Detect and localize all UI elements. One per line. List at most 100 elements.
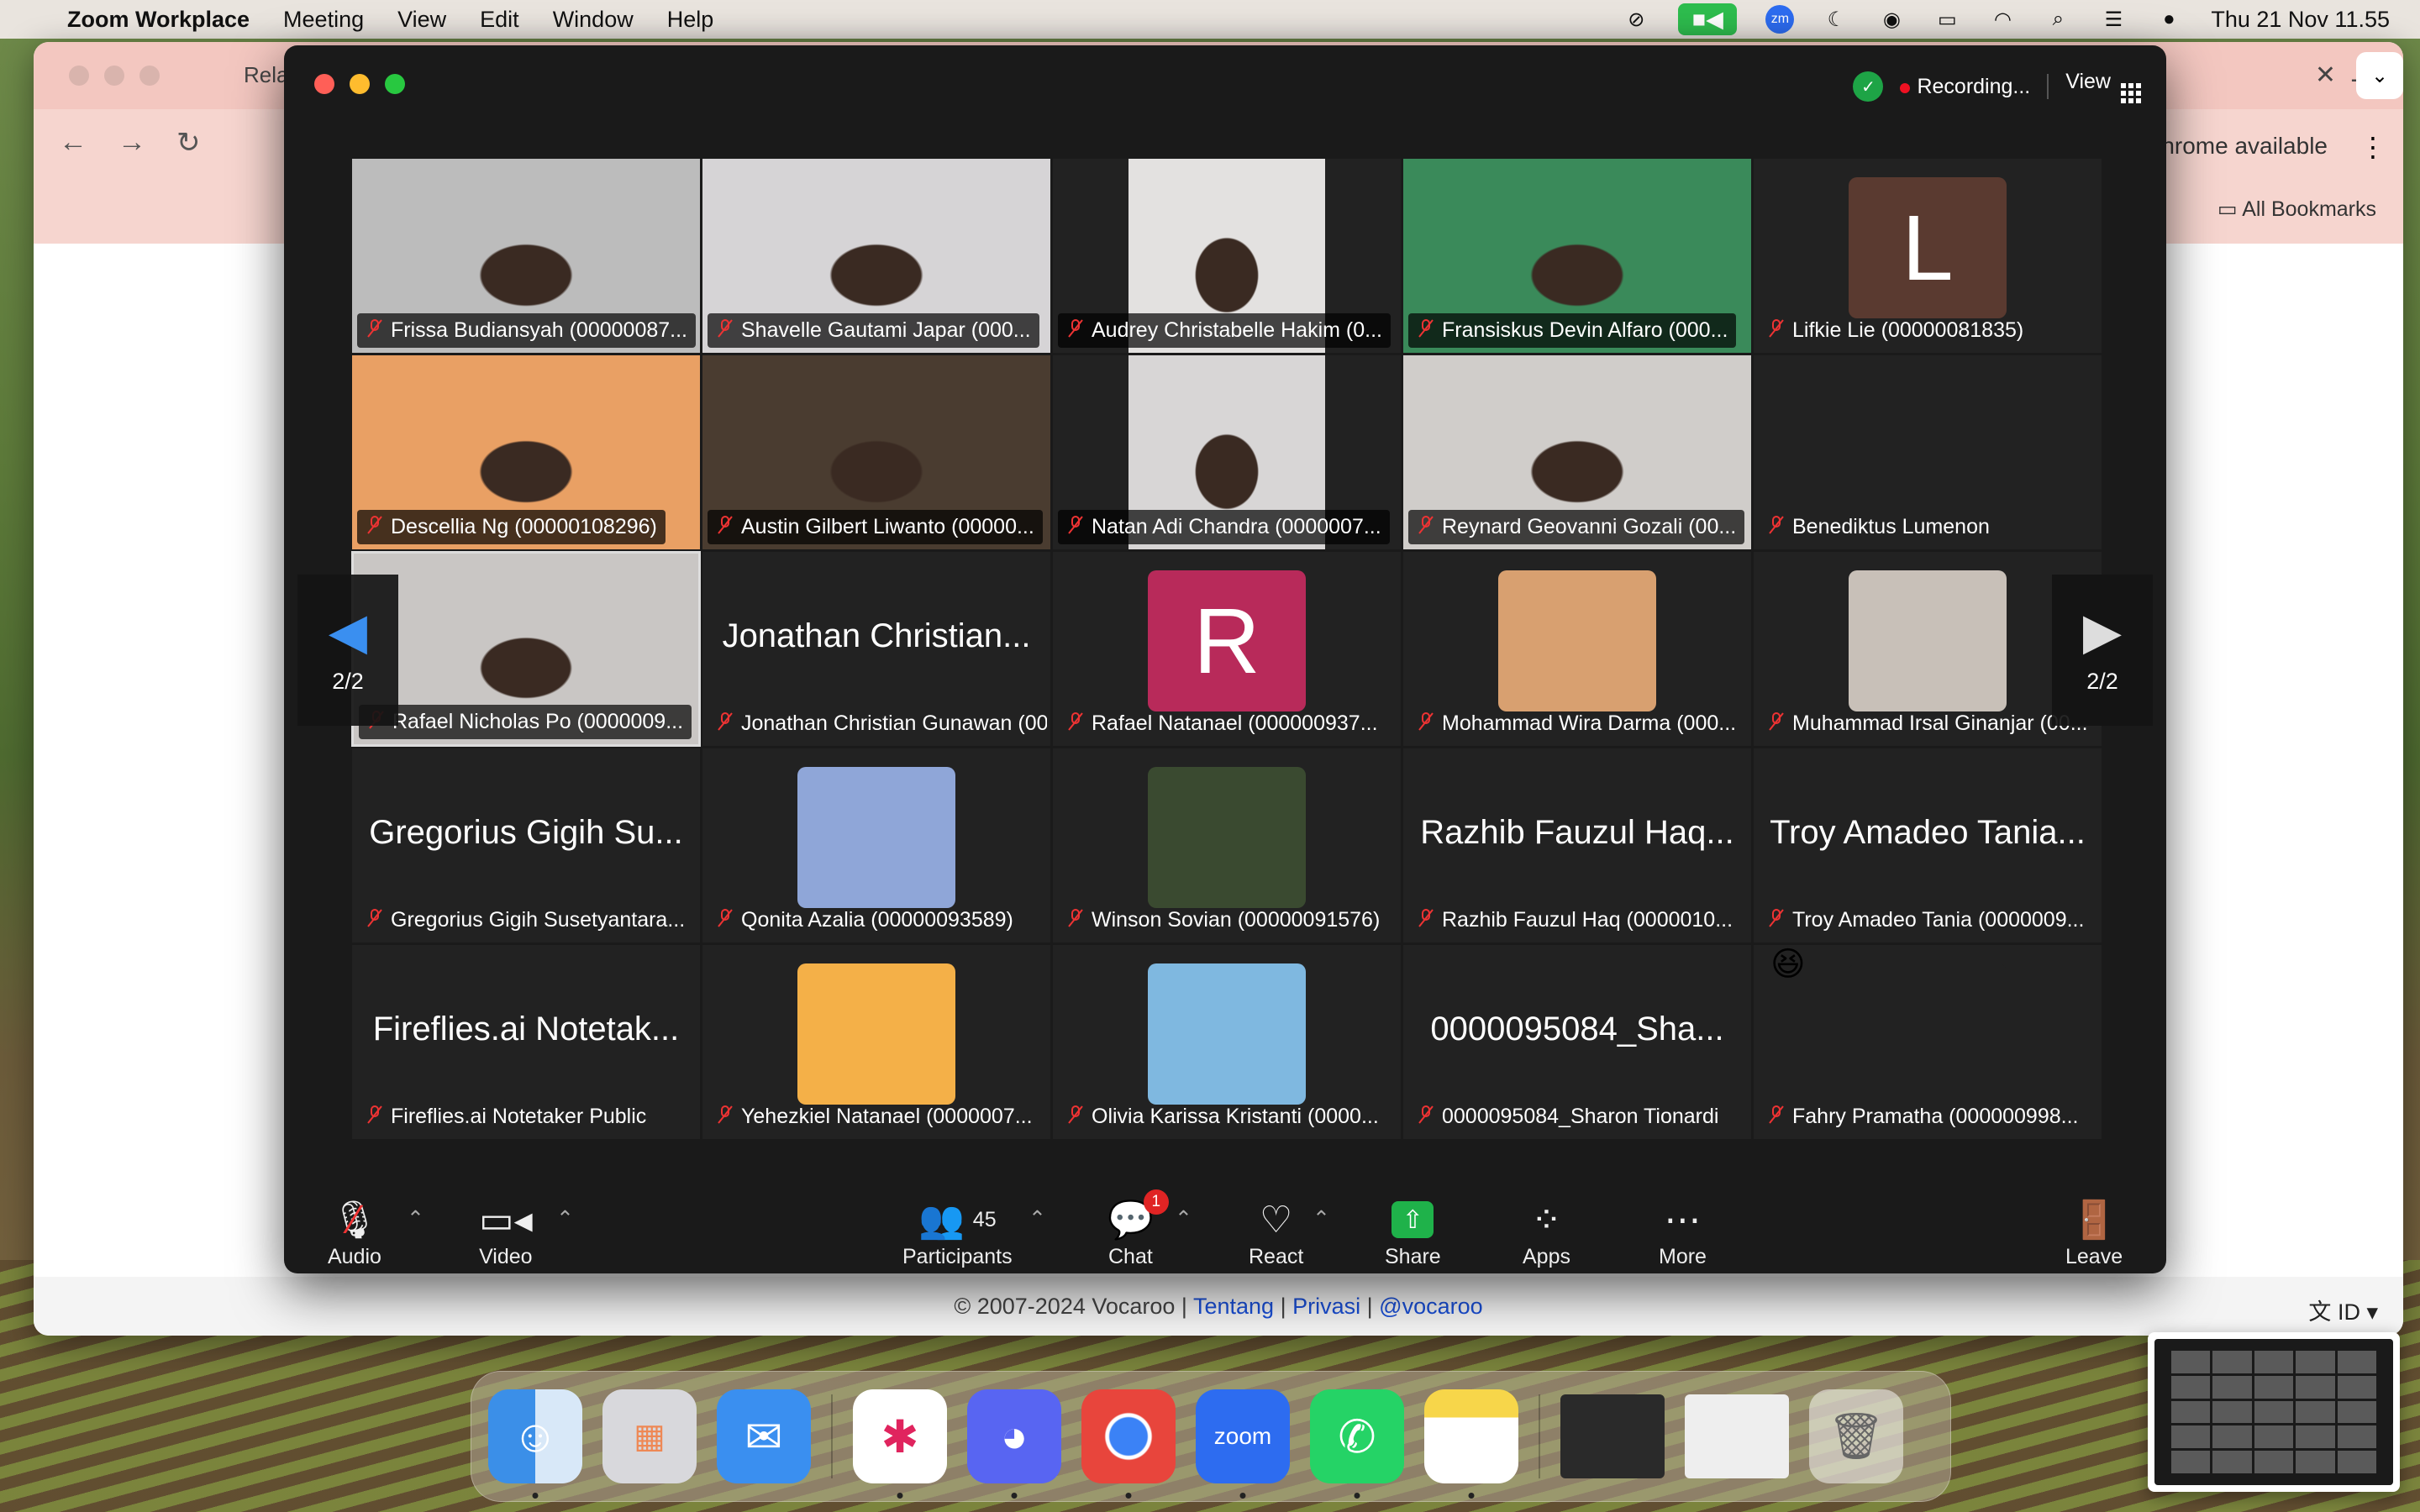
zoom-camera-status-icon[interactable]: ■◀ (1678, 3, 1738, 35)
audio-options-caret[interactable]: ⌃ (407, 1206, 424, 1231)
muted-mic-icon (718, 909, 733, 927)
recording-indicator[interactable]: Recording... (1900, 75, 2030, 99)
menu-bar-clock[interactable]: Thu 21 Nov 11.55 (2211, 7, 2390, 33)
control-center-icon[interactable]: ☰ (2100, 8, 2127, 31)
chat-options-caret[interactable]: ⌃ (1175, 1206, 1192, 1231)
wifi-icon[interactable]: ◠ (1989, 8, 2016, 31)
participant-tile[interactable]: Jonathan Christian... Jonathan Christian… (702, 551, 1051, 747)
participants-button[interactable]: 👥 45 Participants (902, 1194, 1013, 1269)
zoom-close-button[interactable] (314, 74, 334, 94)
minimized-window-thumbnail[interactable] (1685, 1394, 1789, 1478)
spotlight-search-icon[interactable]: ⌕ (2044, 8, 2071, 31)
finder-icon[interactable]: ☺ (488, 1389, 582, 1499)
encryption-shield-icon[interactable]: ✓ (1853, 71, 1884, 102)
menu-window[interactable]: Window (553, 7, 634, 33)
chrome-zoom-button[interactable] (139, 66, 160, 86)
apps-button[interactable]: ⁘ Apps (1523, 1194, 1570, 1269)
participant-tile[interactable]: 😆 Fahry Pramatha (000000998... (1753, 944, 2102, 1140)
video-button[interactable]: ▭◂ Video (479, 1194, 533, 1269)
close-tab-icon[interactable]: ✕ (2315, 60, 2336, 90)
view-button[interactable]: View (2065, 70, 2141, 103)
participant-tile[interactable]: Frissa Budiansyah (00000087... (351, 158, 701, 354)
participant-tile[interactable]: Troy Amadeo Tania... Troy Amadeo Tania (… (1753, 748, 2102, 943)
participant-tile[interactable]: L Lifkie Lie (00000081835) (1753, 158, 2102, 354)
launchpad-icon[interactable]: ▦ (602, 1389, 697, 1483)
zoom-menu-extra-icon[interactable]: zm (1765, 5, 1795, 34)
footer-link-privasi[interactable]: Privasi (1292, 1294, 1360, 1319)
menu-app-name[interactable]: Zoom Workplace (67, 7, 250, 33)
participant-tile[interactable]: Audrey Christabelle Hakim (0... (1052, 158, 1402, 354)
forward-arrow-icon[interactable]: → (118, 126, 146, 160)
tab-search-chevron-icon[interactable]: ⌄ (2356, 52, 2403, 99)
siri-icon[interactable]: ● (2155, 8, 2182, 31)
share-label: Share (1385, 1245, 1441, 1268)
more-button[interactable]: ⋯ More (1659, 1194, 1707, 1269)
footer-separator: | (1366, 1294, 1373, 1319)
audio-button[interactable]: 🎙 ⁄ Audio (328, 1194, 381, 1269)
zoom-dock-icon[interactable]: zoom (1196, 1389, 1290, 1499)
chrome-icon[interactable] (1081, 1389, 1176, 1499)
participant-tile[interactable]: Mohammad Wira Darma (000... (1402, 551, 1752, 747)
menu-help[interactable]: Help (667, 7, 714, 33)
participant-tile[interactable]: 0000095084_Sha... 0000095084_Sharon Tion… (1402, 944, 1752, 1140)
participant-tile[interactable]: Fireflies.ai Notetak... Fireflies.ai Not… (351, 944, 701, 1140)
mail-icon[interactable]: ✉ (717, 1389, 811, 1483)
participant-tile[interactable]: Fransiskus Devin Alfaro (000... (1402, 158, 1752, 354)
participant-tile[interactable]: Gregorius Gigih Su... Gregorius Gigih Su… (351, 748, 701, 943)
participant-tile[interactable]: Razhib Fauzul Haq... Razhib Fauzul Haq (… (1402, 748, 1752, 943)
screenshot-preview-thumbnail[interactable] (2148, 1332, 2400, 1492)
leave-button[interactable]: 🚪 Leave (2065, 1194, 2123, 1269)
discord-icon[interactable]: ◕ (967, 1389, 1061, 1499)
chrome-minimize-button[interactable] (104, 66, 124, 86)
battery-icon[interactable]: ▭ (1933, 8, 1960, 31)
zoom-fullscreen-button[interactable] (385, 74, 405, 94)
participant-tile[interactable]: R Rafael Natanael (000000937... (1052, 551, 1402, 747)
react-button[interactable]: ♡ React (1249, 1194, 1303, 1269)
left-arrow-icon: ◀ (328, 602, 368, 659)
participant-tile[interactable]: Winson Sovian (00000091576) (1052, 748, 1402, 943)
whatsapp-icon[interactable]: ✆ (1310, 1389, 1404, 1499)
slack-icon[interactable]: ✱ (853, 1389, 947, 1499)
participant-nameplate: Descellia Ng (00000108296) (357, 510, 666, 544)
chat-button[interactable]: 💬 1 Chat (1107, 1189, 1169, 1269)
participant-tile[interactable]: Austin Gilbert Liwanto (00000... (702, 354, 1051, 550)
notes-icon[interactable] (1424, 1389, 1518, 1499)
language-selector[interactable]: 文 ID ▾ (2308, 1294, 2378, 1326)
minimized-window-thumbnail[interactable] (1560, 1394, 1665, 1478)
participant-tile[interactable]: Benediktus Lumenon (1753, 354, 2102, 550)
menu-edit[interactable]: Edit (480, 7, 519, 33)
participant-tile[interactable]: Descellia Ng (00000108296) (351, 354, 701, 550)
reload-icon[interactable]: ↻ (176, 126, 201, 160)
participant-tile[interactable]: Natan Adi Chandra (0000007... (1052, 354, 1402, 550)
focus-moon-icon[interactable]: ☾ (1823, 8, 1849, 31)
previous-page-button[interactable]: ◀ 2/2 (297, 575, 398, 726)
trash-icon[interactable]: 🗑 (1809, 1389, 1903, 1483)
participant-tile[interactable]: Rafael Nicholas Po (0000009... (351, 551, 701, 747)
footer-link-tentang[interactable]: Tentang (1193, 1294, 1274, 1319)
footer-link-vocaroo[interactable]: @vocaroo (1379, 1294, 1482, 1319)
all-bookmarks-button[interactable]: ▭ All Bookmarks (2217, 197, 2376, 222)
participant-tile[interactable]: Reynard Geovanni Gozali (00... (1402, 354, 1752, 550)
participant-tile[interactable]: Olivia Karissa Kristanti (0000... (1052, 944, 1402, 1140)
chrome-tab-title[interactable]: Rela (244, 62, 288, 88)
video-options-caret[interactable]: ⌃ (556, 1206, 574, 1231)
menu-view[interactable]: View (397, 7, 446, 33)
participant-tile[interactable]: Yehezkiel Natanael (0000007... (702, 944, 1051, 1140)
next-page-button[interactable]: ▶ 2/2 (2052, 575, 2153, 726)
back-arrow-icon[interactable]: ← (59, 126, 87, 160)
participants-options-caret[interactable]: ⌃ (1028, 1206, 1046, 1231)
hidden-eye-icon[interactable]: ⊘ (1623, 8, 1649, 31)
zoom-minimize-button[interactable] (350, 74, 370, 94)
participant-tile[interactable]: Qonita Azalia (00000093589) (702, 748, 1051, 943)
leave-label: Leave (2065, 1245, 2123, 1268)
menu-meeting[interactable]: Meeting (283, 7, 364, 33)
user-account-icon[interactable]: ◉ (1878, 8, 1905, 31)
share-button[interactable]: ⇧ Share (1385, 1194, 1441, 1269)
participant-nameplate: Fahry Pramatha (000000998... (1759, 1100, 2086, 1134)
chrome-kebab-menu-icon[interactable]: ⋮ (2360, 131, 2386, 163)
participant-nameplate: Yehezkiel Natanael (0000007... (708, 1100, 1041, 1134)
chrome-close-button[interactable] (69, 66, 89, 86)
participant-tile[interactable]: Muhammad Irsal Ginanjar (00... (1753, 551, 2102, 747)
react-options-caret[interactable]: ⌃ (1313, 1206, 1330, 1231)
participant-tile[interactable]: Shavelle Gautami Japar (000... (702, 158, 1051, 354)
